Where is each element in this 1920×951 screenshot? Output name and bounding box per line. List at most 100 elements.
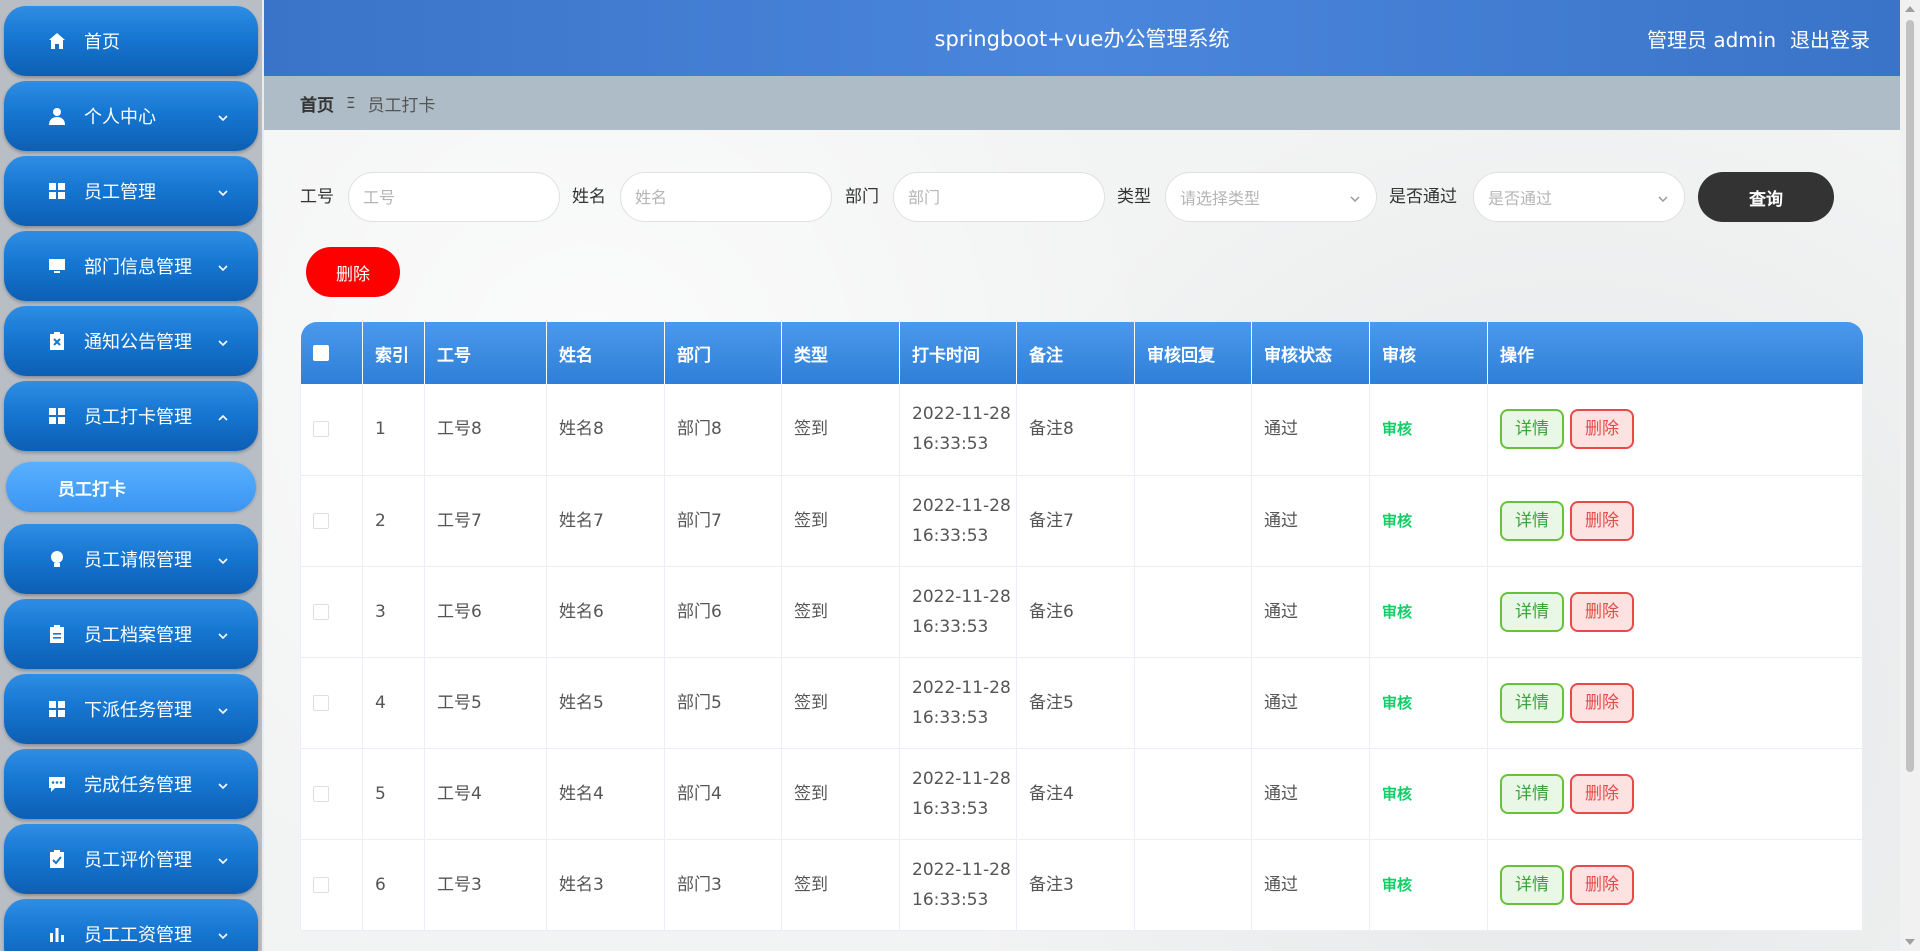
page-scrollbar[interactable]: [1900, 0, 1920, 951]
cell-emp-no: 工号8: [424, 384, 547, 476]
monitor-icon: [46, 255, 68, 277]
scroll-up-icon[interactable]: [1905, 6, 1915, 12]
detail-button[interactable]: 详情: [1500, 591, 1564, 632]
cell-emp-no: 工号6: [424, 566, 547, 658]
audit-link[interactable]: 审核: [1382, 603, 1412, 621]
table-header-row: 索引 工号 姓名 部门 类型 打卡时间 备注 审核回复 审核状态 审核 操作: [300, 322, 1863, 384]
cell-name: 姓名3: [546, 839, 665, 931]
breadcrumb: 首页 Ξ 员工打卡: [264, 76, 1900, 130]
audit-link[interactable]: 审核: [1382, 420, 1412, 438]
row-select-cell: [300, 748, 363, 840]
table-row: 4 工号5 姓名5 部门5 签到 2022-11-28 16:33:53 备注5 …: [300, 657, 1863, 749]
cell-type: 签到: [781, 839, 900, 931]
query-button[interactable]: 查询: [1698, 172, 1834, 222]
detail-button[interactable]: 详情: [1500, 409, 1564, 450]
row-checkbox[interactable]: [313, 876, 329, 893]
sidebar-item-profile[interactable]: 个人中心: [4, 81, 258, 151]
row-checkbox[interactable]: [313, 785, 329, 802]
row-select-cell: [300, 566, 363, 658]
cell-index: 5: [362, 748, 425, 840]
sidebar-item-employees[interactable]: 员工管理: [4, 156, 258, 226]
cell-type: 签到: [781, 748, 900, 840]
row-checkbox[interactable]: [313, 603, 329, 620]
cell-audit: 审核: [1369, 384, 1488, 476]
row-delete-button[interactable]: 删除: [1570, 409, 1634, 450]
type-label: 类型: [1117, 187, 1151, 207]
row-checkbox[interactable]: [313, 694, 329, 711]
row-select-cell: [300, 657, 363, 749]
cell-remark: 备注4: [1016, 748, 1135, 840]
col-header: 部门: [664, 322, 782, 384]
sidebar-item-leave[interactable]: 员工请假管理: [4, 524, 258, 594]
cell-audit: 审核: [1369, 475, 1488, 567]
col-header: 工号: [424, 322, 547, 384]
sidebar-item-notices[interactable]: 通知公告管理: [4, 306, 258, 376]
sidebar-item-salary[interactable]: 员工工资管理: [4, 899, 258, 951]
type-select-placeholder: 请选择类型: [1180, 189, 1261, 208]
sidebar-item-departments[interactable]: 部门信息管理: [4, 231, 258, 301]
type-select[interactable]: 请选择类型: [1165, 172, 1377, 222]
emp-no-input[interactable]: [348, 172, 560, 222]
cell-index: 4: [362, 657, 425, 749]
search-bar: 工号 姓名 部门 类型 请选择类型 是否通过 是否通过 查询: [300, 172, 1860, 222]
sidebar-item-label: 通知公告管理: [84, 332, 192, 353]
col-header: 审核回复: [1134, 322, 1252, 384]
sidebar-item-archives[interactable]: 员工档案管理: [4, 599, 258, 669]
cell-remark: 备注7: [1016, 475, 1135, 567]
cell-reply: [1134, 384, 1252, 476]
row-delete-button[interactable]: 删除: [1570, 773, 1634, 814]
sidebar-item-tasks-assigned[interactable]: 下派任务管理: [4, 674, 258, 744]
cell-actions: 详情 删除: [1487, 566, 1863, 658]
chevron-down-icon: [216, 184, 230, 198]
scroll-down-icon[interactable]: [1905, 939, 1915, 945]
detail-button[interactable]: 详情: [1500, 500, 1564, 541]
row-checkbox[interactable]: [313, 512, 329, 529]
cell-dept: 部门5: [664, 657, 782, 749]
name-input[interactable]: [620, 172, 832, 222]
row-delete-button[interactable]: 删除: [1570, 864, 1634, 905]
sidebar-subitem-attendance[interactable]: 员工打卡: [6, 462, 256, 512]
chevron-down-icon: [216, 334, 230, 348]
table-row: 1 工号8 姓名8 部门8 签到 2022-11-28 16:33:53 备注8 …: [300, 384, 1863, 476]
sidebar-item-label: 个人中心: [84, 107, 156, 128]
cell-type: 签到: [781, 384, 900, 476]
cell-index: 6: [362, 839, 425, 931]
bulk-delete-button[interactable]: 删除: [306, 247, 400, 297]
sidebar-item-home[interactable]: 首页: [4, 6, 258, 76]
cell-name: 姓名5: [546, 657, 665, 749]
audit-link[interactable]: 审核: [1382, 694, 1412, 712]
clock-date: 2022-11-28: [912, 768, 1011, 789]
cell-type: 签到: [781, 566, 900, 658]
name-label: 姓名: [572, 187, 606, 207]
sidebar-item-label: 首页: [84, 32, 120, 53]
chevron-down-icon: [216, 702, 230, 716]
breadcrumb-home[interactable]: 首页: [300, 91, 334, 116]
detail-button[interactable]: 详情: [1500, 682, 1564, 723]
col-header: 打卡时间: [899, 322, 1017, 384]
chevron-down-icon: [216, 259, 230, 273]
audit-link[interactable]: 审核: [1382, 785, 1412, 803]
row-delete-button[interactable]: 删除: [1570, 591, 1634, 632]
sidebar-item-attendance[interactable]: 员工打卡管理: [4, 381, 258, 451]
row-select-cell: [300, 384, 363, 476]
clock-date: 2022-11-28: [912, 495, 1011, 516]
logout-link[interactable]: 退出登录: [1790, 24, 1870, 53]
chevron-down-icon: [216, 552, 230, 566]
audit-link[interactable]: 审核: [1382, 512, 1412, 530]
breadcrumb-current: 员工打卡: [367, 95, 436, 116]
select-all-checkbox[interactable]: [312, 345, 329, 361]
sidebar-item-tasks-completed[interactable]: 完成任务管理: [4, 749, 258, 819]
row-delete-button[interactable]: 删除: [1570, 682, 1634, 723]
cell-name: 姓名8: [546, 384, 665, 476]
scroll-thumb[interactable]: [1906, 20, 1914, 772]
detail-button[interactable]: 详情: [1500, 864, 1564, 905]
col-header: 备注: [1016, 322, 1135, 384]
sidebar-item-evaluations[interactable]: 员工评价管理: [4, 824, 258, 894]
audit-link[interactable]: 审核: [1382, 876, 1412, 894]
row-delete-button[interactable]: 删除: [1570, 500, 1634, 541]
row-checkbox[interactable]: [313, 421, 329, 438]
cell-actions: 详情 删除: [1487, 657, 1863, 749]
passed-select[interactable]: 是否通过: [1473, 172, 1685, 222]
dept-input[interactable]: [893, 172, 1105, 222]
detail-button[interactable]: 详情: [1500, 773, 1564, 814]
